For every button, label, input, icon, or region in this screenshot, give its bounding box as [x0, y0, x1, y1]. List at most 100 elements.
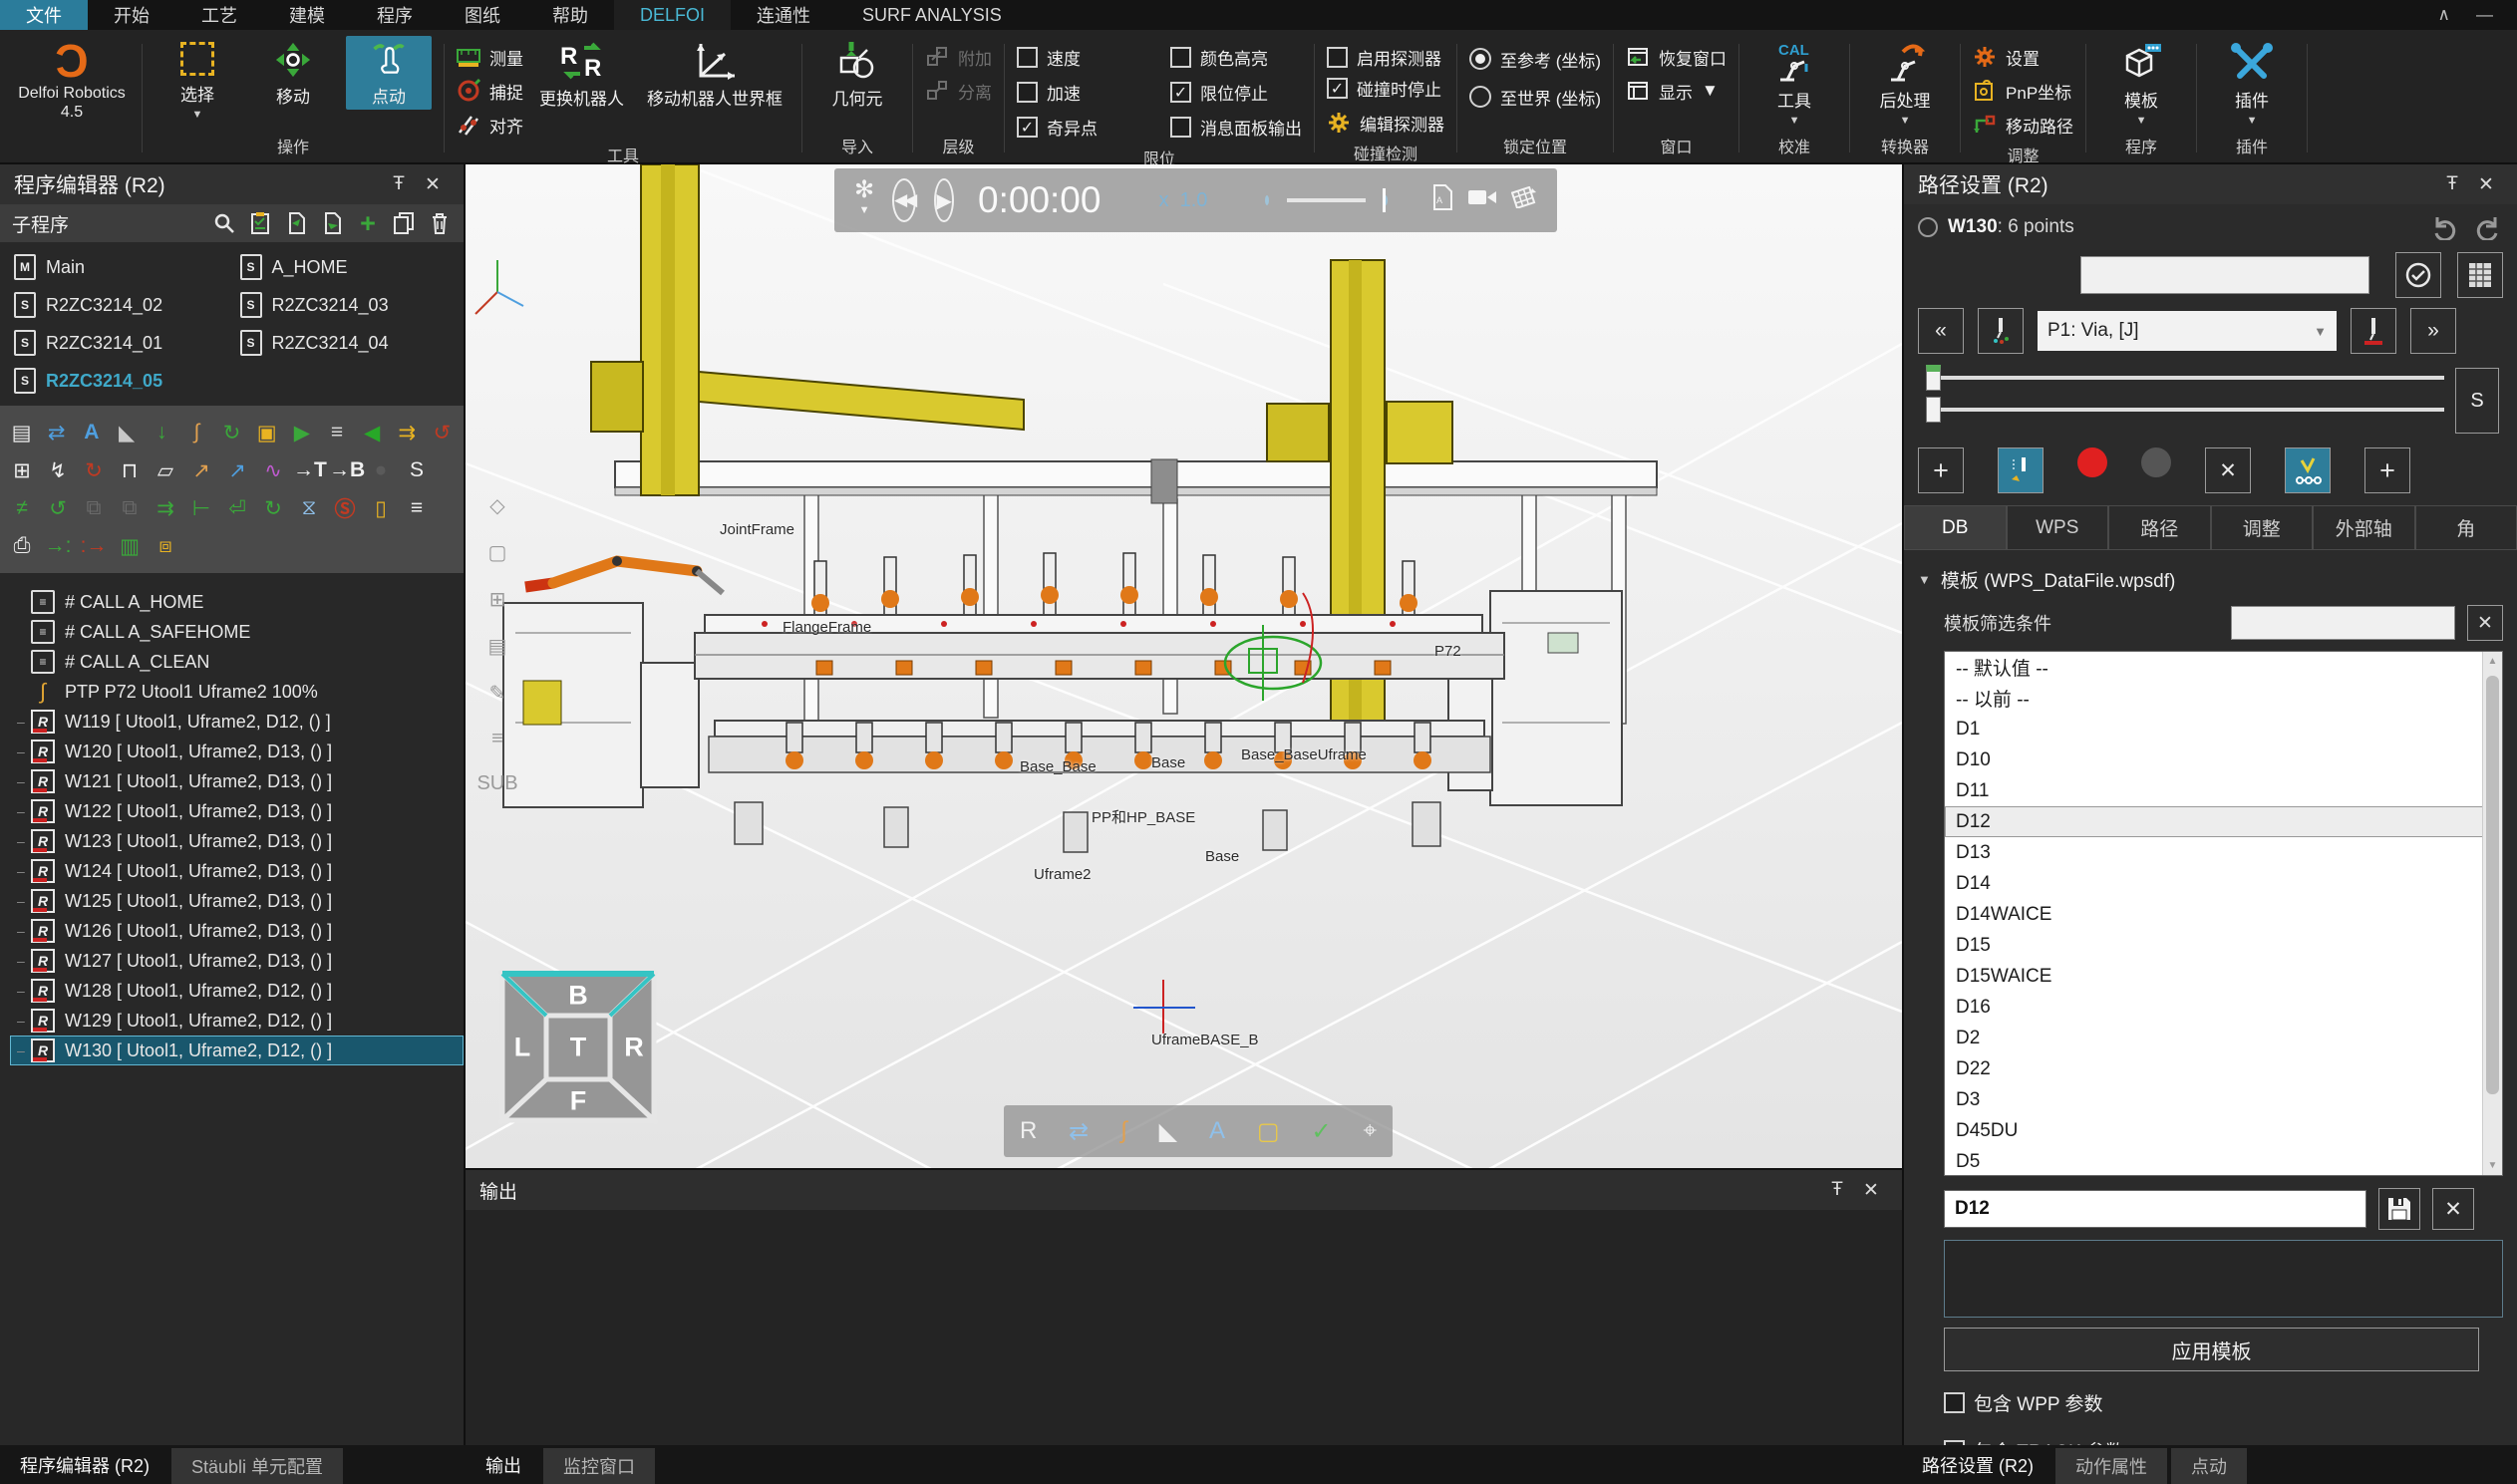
- limit-checkbox[interactable]: 限位停止: [1170, 77, 1302, 108]
- move-robot-world-frame-button[interactable]: 移动机器人世界框: [640, 36, 789, 112]
- instruction-row[interactable]: # CALL A_CLEAN: [10, 647, 464, 677]
- save-template-button[interactable]: [2378, 1188, 2420, 1230]
- template-option-checkbox[interactable]: 包含 WPP 参数: [1944, 1387, 2517, 1418]
- viewport-tool-icon[interactable]: ◇: [489, 493, 504, 518]
- clipboard-icon[interactable]: ▯: [365, 496, 397, 521]
- geometry-button[interactable]: 几何元: [814, 36, 900, 112]
- calibration-tool-button[interactable]: CAL 工具▼: [1751, 36, 1837, 127]
- footer-tab[interactable]: 点动: [2171, 1448, 2247, 1484]
- viewport-mode-icon[interactable]: ▢: [1257, 1117, 1280, 1146]
- subprogram-item[interactable]: S A_HOME: [232, 252, 459, 282]
- import-program-icon[interactable]: [284, 211, 308, 235]
- playback-settings-icon[interactable]: ✻▼: [854, 180, 874, 220]
- set-icon[interactable]: ≠: [6, 496, 38, 520]
- speed-minus[interactable]: [1265, 195, 1269, 205]
- check-path-button[interactable]: [2285, 447, 2331, 493]
- footer-tab[interactable]: 程序编辑器 (R2): [0, 1445, 169, 1484]
- viewport-tool-icon[interactable]: ≡: [491, 728, 503, 750]
- menu-item[interactable]: SURF ANALYSIS: [836, 0, 1028, 30]
- viewport-tool-icon[interactable]: SUB: [476, 772, 517, 795]
- circular-move-icon[interactable]: ↻: [216, 421, 247, 445]
- polyline-icon[interactable]: ↯: [42, 458, 74, 483]
- point-name-input[interactable]: [2080, 256, 2369, 294]
- jog-button[interactable]: 点动: [346, 36, 432, 110]
- insert-point-icon[interactable]: ↓: [147, 421, 177, 445]
- menu-item[interactable]: 程序: [351, 0, 439, 30]
- footer-tab[interactable]: 路径设置 (R2): [1902, 1445, 2053, 1484]
- instruction-row[interactable]: – W125 [ Utool1, Uframe2, D13, () ]: [10, 886, 464, 916]
- viewport-mode-icon[interactable]: ◣: [1159, 1117, 1177, 1146]
- prev-point-button[interactable]: «: [1918, 308, 1964, 354]
- path-settings-tab[interactable]: 路径: [2108, 505, 2211, 549]
- close-icon[interactable]: ✕: [1854, 1179, 1888, 1202]
- branch-icon[interactable]: ⇉: [150, 496, 181, 521]
- template-name-input[interactable]: [1944, 1190, 2366, 1228]
- subprogram-item[interactable]: S R2ZC3214_05: [6, 366, 232, 396]
- transform-box-icon[interactable]: ▣: [251, 421, 282, 445]
- tree-icon[interactable]: ⊢: [185, 496, 217, 521]
- footer-tab[interactable]: 监控窗口: [543, 1448, 655, 1484]
- undo-icon[interactable]: [2429, 214, 2459, 240]
- menu-item[interactable]: 连通性: [731, 0, 836, 30]
- s-button[interactable]: S: [2455, 368, 2499, 434]
- scroll-down-icon[interactable]: ▼: [2483, 1160, 2502, 1171]
- postprocess-button[interactable]: 后处理▼: [1862, 36, 1948, 127]
- template-item[interactable]: D45DU: [1945, 1115, 2502, 1146]
- viewport-mode-icon[interactable]: R: [1020, 1117, 1037, 1145]
- pnp-coords-button[interactable]: PnP坐标: [1973, 76, 2073, 106]
- copy-icon[interactable]: [392, 211, 416, 235]
- path-points-icon[interactable]: ∫: [181, 421, 212, 445]
- pin-icon[interactable]: Ŧ: [1820, 1179, 1854, 1201]
- snap-button[interactable]: 捕捉: [457, 76, 523, 106]
- close-icon[interactable]: ✕: [416, 173, 450, 196]
- add-icon[interactable]: +: [356, 211, 380, 235]
- instruction-row[interactable]: # CALL A_HOME: [10, 587, 464, 617]
- export-pdf-icon[interactable]: A: [1431, 184, 1453, 216]
- speed-slider[interactable]: [1287, 198, 1366, 202]
- search-icon[interactable]: [212, 211, 236, 235]
- scroll-thumb[interactable]: [2486, 676, 2499, 1094]
- cube-face-back[interactable]: B: [568, 981, 588, 1012]
- collision-checkbox[interactable]: 启用探测器: [1327, 42, 1444, 73]
- comment-icon[interactable]: ≡: [401, 496, 433, 520]
- path-settings-tab[interactable]: 调整: [2211, 505, 2314, 549]
- add-point-before-button[interactable]: +: [1918, 447, 1964, 493]
- path-settings-tab[interactable]: 角: [2415, 505, 2517, 549]
- spiral-icon[interactable]: ↻: [78, 458, 110, 483]
- subprogram-item[interactable]: S R2ZC3214_03: [232, 290, 459, 320]
- conveyor-icon[interactable]: ⇉: [392, 421, 423, 445]
- export-image-icon[interactable]: ▤: [6, 421, 37, 445]
- subprogram-item[interactable]: S R2ZC3214_02: [6, 290, 232, 320]
- move-button[interactable]: 移动: [250, 36, 336, 110]
- apply-template-button[interactable]: 应用模板: [1944, 1328, 2479, 1371]
- instruction-row[interactable]: – W121 [ Utool1, Uframe2, D13, () ]: [10, 766, 464, 796]
- footer-tab[interactable]: 动作属性: [2055, 1448, 2167, 1484]
- viewport-tool-icon[interactable]: ▤: [488, 634, 507, 659]
- square-path-icon[interactable]: ⊓: [114, 458, 146, 483]
- instruction-row[interactable]: PTP P72 Utool1 Uframe2 100%: [10, 677, 464, 707]
- cube-face-front[interactable]: F: [570, 1086, 587, 1117]
- instruction-row[interactable]: # CALL A_SAFEHOME: [10, 617, 464, 647]
- menu-item[interactable]: 开始: [88, 0, 175, 30]
- template-item[interactable]: D1: [1945, 714, 2502, 744]
- instruction-row[interactable]: – W120 [ Utool1, Uframe2, D13, () ]: [10, 737, 464, 766]
- slider-1[interactable]: [1926, 376, 2444, 380]
- chart-icon[interactable]: ▥: [114, 534, 146, 559]
- subprogram-item[interactable]: S R2ZC3214_04: [232, 328, 459, 358]
- viewport-tool-icon[interactable]: ⊞: [489, 587, 506, 612]
- attach-button[interactable]: 附加: [925, 42, 992, 72]
- close-icon[interactable]: ✕: [2469, 173, 2503, 196]
- minimize-icon[interactable]: —: [2476, 5, 2493, 25]
- template-item[interactable]: D5: [1945, 1146, 2502, 1176]
- instruction-row[interactable]: – W128 [ Utool1, Uframe2, D12, () ]: [10, 976, 464, 1006]
- limit-checkbox[interactable]: 消息面板输出: [1170, 112, 1302, 143]
- ramp-icon[interactable]: ◣: [111, 421, 142, 445]
- folder-icon[interactable]: ▱: [150, 458, 181, 483]
- instruction-row[interactable]: – W119 [ Utool1, Uframe2, D12, () ]: [10, 707, 464, 737]
- base-b-icon[interactable]: →B: [329, 458, 361, 482]
- rewind-button[interactable]: ◀◀: [892, 178, 916, 222]
- export-program-icon[interactable]: [320, 211, 344, 235]
- pin-icon[interactable]: Ŧ: [382, 173, 416, 195]
- limit-checkbox[interactable]: 奇异点: [1017, 112, 1148, 143]
- menu-item[interactable]: 图纸: [439, 0, 526, 30]
